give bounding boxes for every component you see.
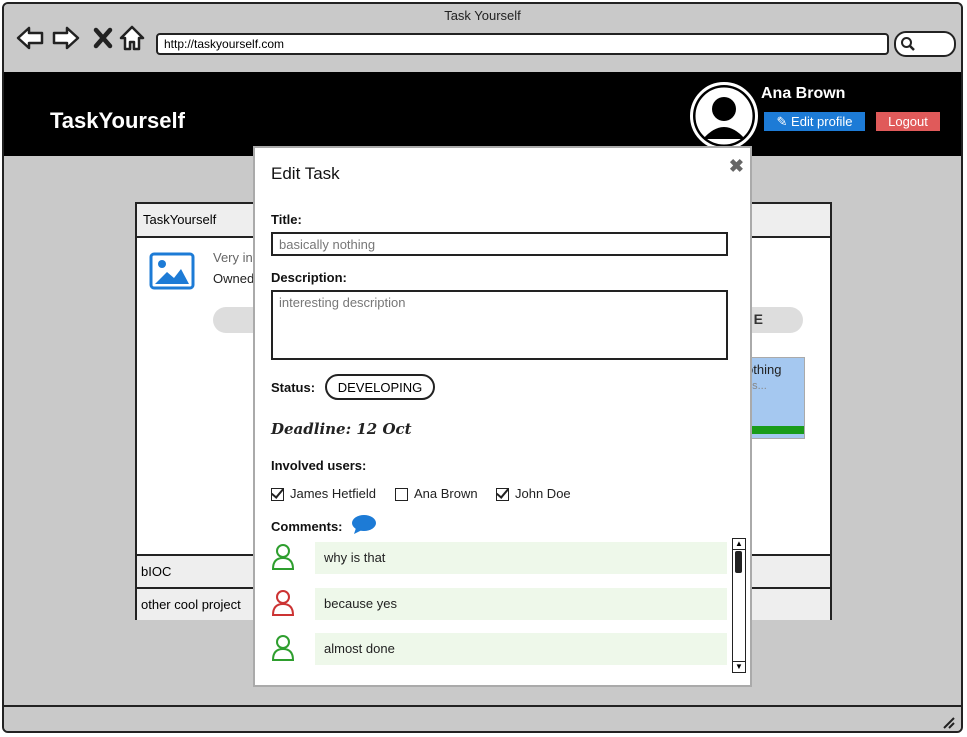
comment-item: almost done (271, 629, 731, 665)
user-option-label: Ana Brown (414, 486, 478, 501)
pill-text: E (753, 311, 763, 327)
user-name: Ana Brown (761, 85, 846, 102)
comment-bubble-icon[interactable] (351, 514, 377, 534)
logout-button[interactable]: Logout (876, 112, 940, 131)
edit-profile-label: Edit profile (791, 114, 853, 129)
back-arrow-icon[interactable] (16, 24, 44, 52)
window-title: Task Yourself (444, 8, 521, 23)
user-checkbox-option[interactable]: John Doe (496, 486, 571, 502)
title-label: Title: (271, 212, 302, 227)
app-brand[interactable]: TaskYourself (50, 108, 185, 134)
checkbox-unchecked[interactable] (395, 488, 408, 502)
deadline-text: Deadline: 12 Oct (271, 420, 412, 438)
close-icon[interactable]: ✖ (729, 156, 744, 177)
checkbox-checked[interactable] (496, 488, 509, 502)
description-label: Description: (271, 270, 347, 285)
user-icon (271, 544, 295, 570)
user-icon (271, 590, 295, 616)
comment-item: because yes (271, 584, 731, 620)
browser-statusbar (4, 705, 961, 731)
user-checkbox-option[interactable]: Ana Brown (395, 486, 478, 502)
home-icon[interactable] (118, 24, 146, 52)
pencil-icon: ✎ (776, 114, 792, 129)
modal-title: Edit Task (271, 164, 340, 183)
edit-task-modal: Edit Task ✖ Title: Description: interest… (253, 146, 752, 687)
description-textarea[interactable]: interesting description (271, 290, 728, 360)
scroll-down-icon[interactable]: ▼ (733, 661, 745, 672)
status-label: Status: (271, 380, 316, 395)
comment-item: why is that (271, 538, 731, 574)
user-option-label: James Hetfield (290, 486, 376, 501)
scroll-up-icon[interactable]: ▲ (733, 539, 745, 550)
search-icon (901, 37, 915, 51)
comment-list: why is that because yes almost done (271, 538, 731, 673)
browser-titlebar: Task Yourself http://taskyourself.com (4, 4, 961, 74)
app-header: TaskYourself Ana Brown ✎ Edit profile Lo… (4, 72, 961, 156)
involved-users-label: Involved users: (271, 458, 367, 473)
comments-label: Comments: (271, 519, 343, 534)
comment-text: because yes (315, 588, 727, 620)
comment-text: why is that (315, 542, 727, 574)
project-description: Very int (213, 250, 257, 265)
user-icon (693, 85, 755, 147)
user-icon (271, 635, 295, 661)
forward-arrow-icon[interactable] (52, 24, 80, 52)
image-icon (149, 252, 195, 290)
checkbox-checked[interactable] (271, 488, 284, 502)
status-pill[interactable]: DEVELOPING (325, 374, 435, 400)
comment-text: almost done (315, 633, 727, 665)
user-checkbox-option[interactable]: James Hetfield (271, 486, 376, 502)
stop-icon[interactable] (90, 24, 118, 52)
user-avatar[interactable] (690, 82, 758, 150)
browser-search-field[interactable] (894, 31, 956, 57)
user-option-label: John Doe (515, 486, 571, 501)
url-bar[interactable]: http://taskyourself.com (156, 33, 889, 55)
scroll-thumb[interactable] (735, 551, 742, 573)
edit-profile-button[interactable]: ✎ Edit profile (764, 112, 865, 131)
resize-grip-icon[interactable] (941, 715, 955, 729)
title-input[interactable] (271, 232, 728, 256)
project-owner: Owned (213, 271, 255, 286)
comments-scrollbar[interactable]: ▲ ▼ (732, 538, 746, 673)
